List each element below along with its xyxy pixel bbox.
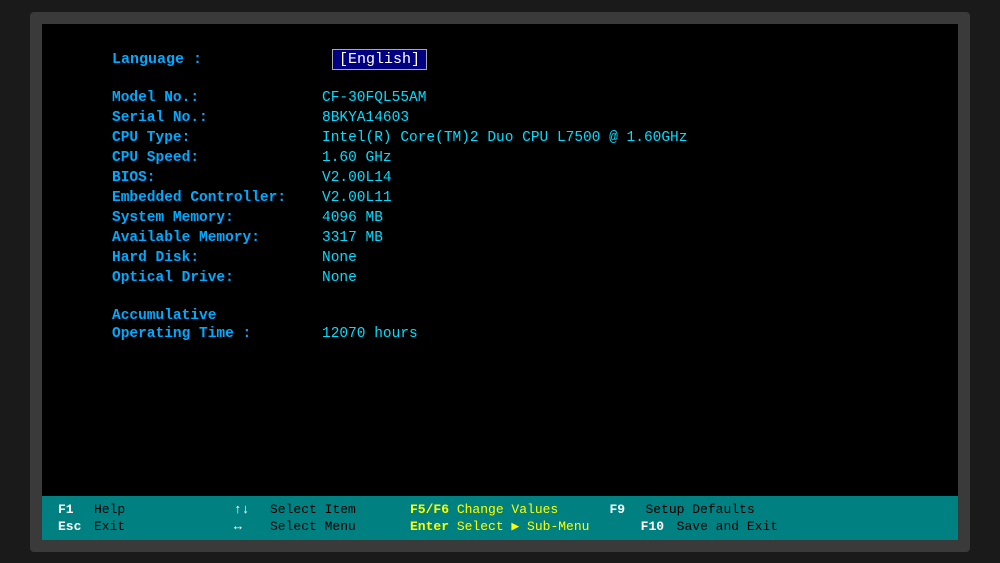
f10-key: F10 xyxy=(641,519,677,534)
enter-select: Enter Select ▶ Sub-Menu xyxy=(410,519,621,534)
table-row: BIOS: V2.00L14 xyxy=(112,170,888,186)
lr-key: ↔ xyxy=(234,519,270,534)
bios-screen: Language : [English] Model No.: CF-30FQL… xyxy=(42,24,958,540)
serial-label: Serial No.: xyxy=(112,110,322,126)
f10-save: F10 Save and Exit xyxy=(641,519,797,534)
arrow-desc: Select Item xyxy=(270,502,390,517)
esc-key: Esc xyxy=(58,519,94,534)
cpu-speed-value: 1.60 GHz xyxy=(322,150,392,166)
f1-help: F1 Help xyxy=(58,502,214,517)
bottom-row-2: Esc Exit ↔ Select Menu Enter Select ▶ Su… xyxy=(58,519,942,534)
accumulative-title: Accumulative xyxy=(112,308,888,324)
f1-desc: Help xyxy=(94,502,214,517)
cpu-type-label: CPU Type: xyxy=(112,130,322,146)
language-value: [English] xyxy=(332,49,427,70)
operating-time-row: Operating Time : 12070 hours xyxy=(112,326,888,342)
hdd-label: Hard Disk: xyxy=(112,250,322,266)
f9-setup: F9 Setup Defaults xyxy=(609,502,765,517)
table-row: CPU Type: Intel(R) Core(TM)2 Duo CPU L75… xyxy=(112,130,888,146)
table-row: Available Memory: 3317 MB xyxy=(112,230,888,246)
table-row: Serial No.: 8BKYA14603 xyxy=(112,110,888,126)
sys-mem-value: 4096 MB xyxy=(322,210,383,226)
hdd-value: None xyxy=(322,250,357,266)
f1-key: F1 xyxy=(58,502,94,517)
model-label: Model No.: xyxy=(112,90,322,106)
f9-key: F9 xyxy=(609,502,645,517)
table-row: Hard Disk: None xyxy=(112,250,888,266)
model-value: CF-30FQL55AM xyxy=(322,90,426,106)
accumulative-section: Accumulative Operating Time : 12070 hour… xyxy=(112,308,888,342)
bios-value: V2.00L14 xyxy=(322,170,392,186)
esc-desc: Exit xyxy=(94,519,214,534)
sys-mem-label: System Memory: xyxy=(112,210,322,226)
operating-value: 12070 hours xyxy=(322,326,418,342)
info-table: Model No.: CF-30FQL55AM Serial No.: 8BKY… xyxy=(112,90,888,286)
language-row: Language : [English] xyxy=(112,49,888,70)
esc-exit: Esc Exit xyxy=(58,519,214,534)
ec-value: V2.00L11 xyxy=(322,190,392,206)
f5f6-key: F5/F6 xyxy=(410,502,457,517)
f10-desc: Save and Exit xyxy=(677,519,797,534)
bios-label: BIOS: xyxy=(112,170,322,186)
bottom-row-1: F1 Help ↑↓ Select Item F5/F6 Change Valu… xyxy=(58,502,942,517)
optical-label: Optical Drive: xyxy=(112,270,322,286)
f5f6-desc: Change Values xyxy=(457,502,590,517)
arrow-select-item: ↑↓ Select Item xyxy=(234,502,390,517)
table-row: System Memory: 4096 MB xyxy=(112,210,888,226)
lr-desc: Select Menu xyxy=(270,519,390,534)
f5f6-change: F5/F6 Change Values xyxy=(410,502,589,517)
bios-main: Language : [English] Model No.: CF-30FQL… xyxy=(42,24,958,496)
enter-desc: Select ▶ Sub-Menu xyxy=(457,519,621,534)
cpu-speed-label: CPU Speed: xyxy=(112,150,322,166)
language-label: Language : xyxy=(112,51,332,68)
enter-key: Enter xyxy=(410,519,457,534)
avail-mem-value: 3317 MB xyxy=(322,230,383,246)
optical-value: None xyxy=(322,270,357,286)
lr-select-menu: ↔ Select Menu xyxy=(234,519,390,534)
table-row: Model No.: CF-30FQL55AM xyxy=(112,90,888,106)
arrow-key: ↑↓ xyxy=(234,502,270,517)
ec-label: Embedded Controller: xyxy=(112,190,322,206)
table-row: Optical Drive: None xyxy=(112,270,888,286)
cpu-type-value: Intel(R) Core(TM)2 Duo CPU L7500 @ 1.60G… xyxy=(322,130,687,146)
monitor-frame: Language : [English] Model No.: CF-30FQL… xyxy=(30,12,970,552)
table-row: CPU Speed: 1.60 GHz xyxy=(112,150,888,166)
f9-desc: Setup Defaults xyxy=(645,502,765,517)
operating-label: Operating Time : xyxy=(112,326,322,342)
avail-mem-label: Available Memory: xyxy=(112,230,322,246)
bottom-bar: F1 Help ↑↓ Select Item F5/F6 Change Valu… xyxy=(42,496,958,540)
table-row: Embedded Controller: V2.00L11 xyxy=(112,190,888,206)
serial-value: 8BKYA14603 xyxy=(322,110,409,126)
